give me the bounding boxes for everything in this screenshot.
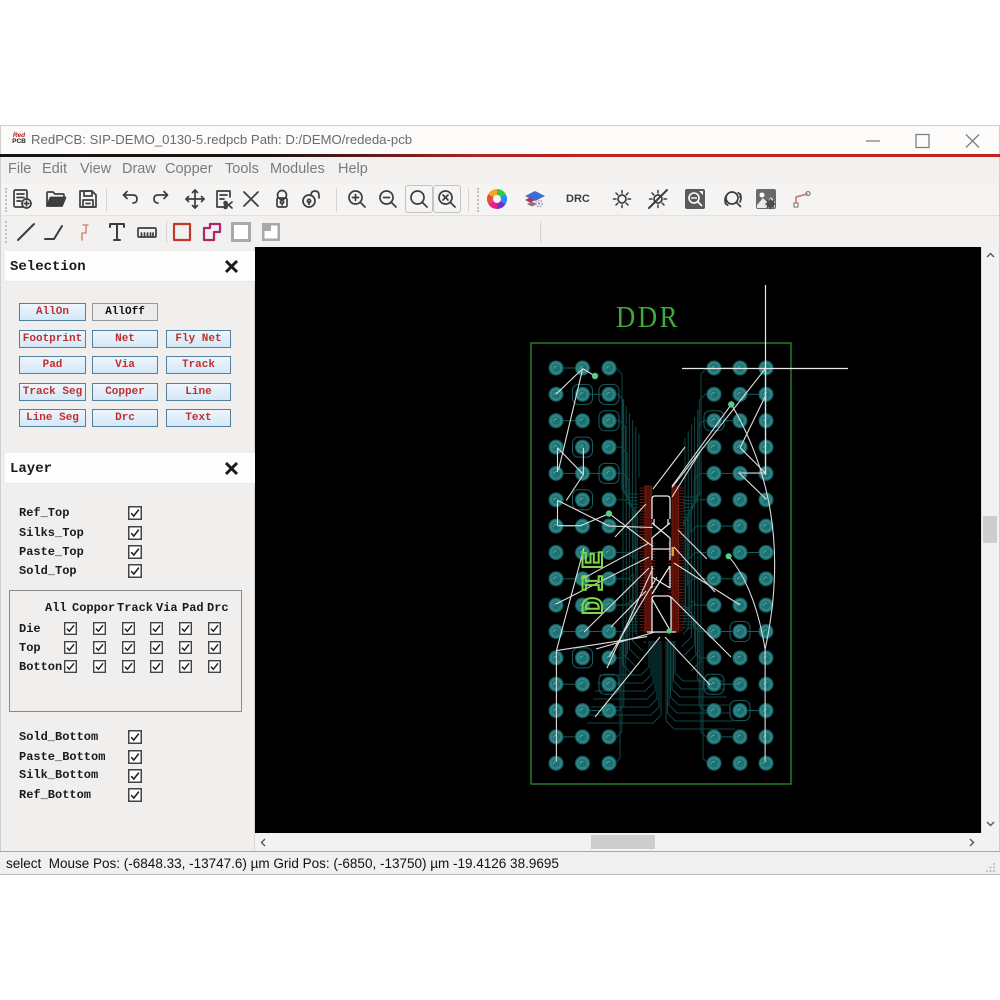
- svg-text:DIE: DIE: [578, 546, 612, 615]
- svg-text:DDR: DDR: [616, 300, 680, 334]
